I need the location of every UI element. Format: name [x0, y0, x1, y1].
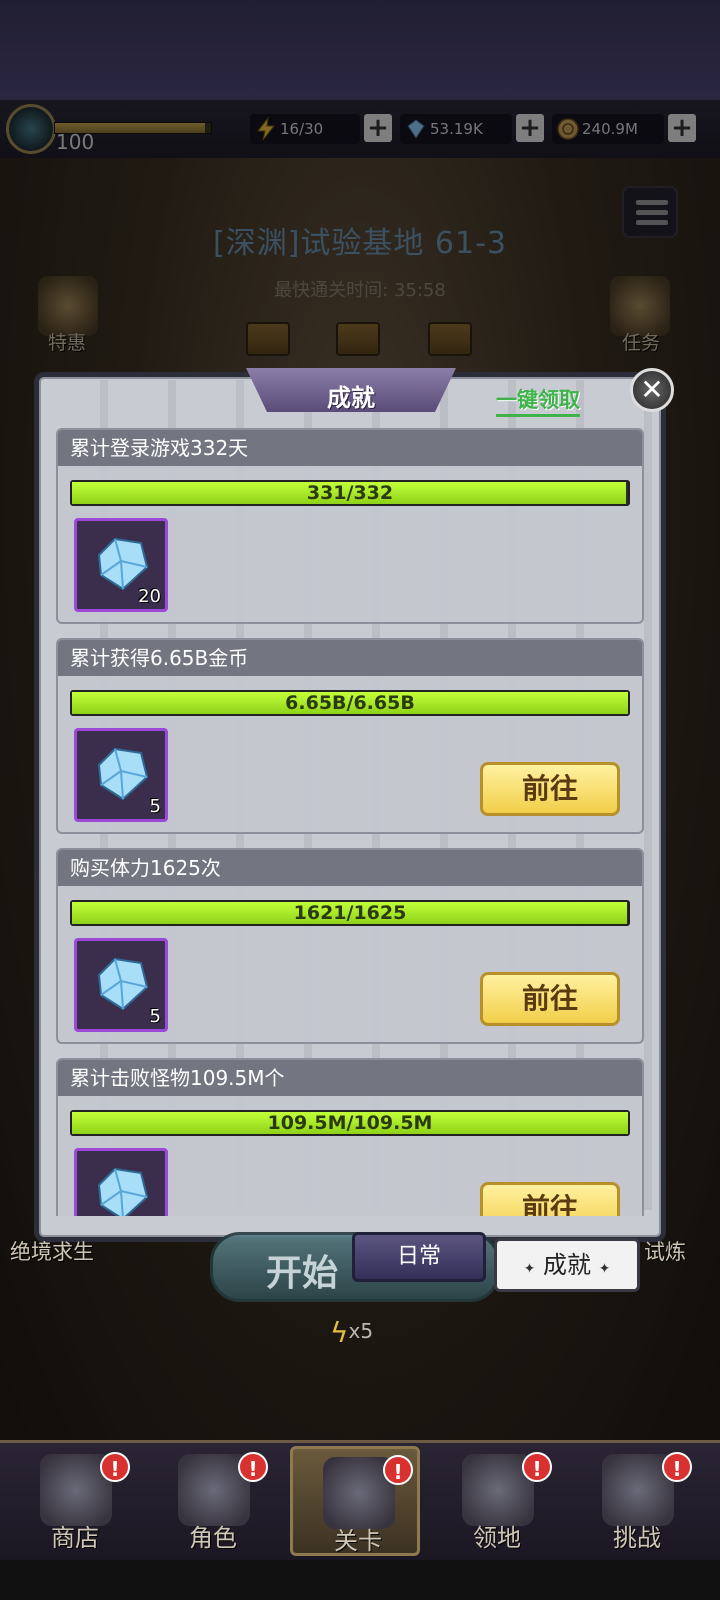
tab-achievement-label: 成就: [543, 1251, 591, 1279]
reward-quantity: 5: [149, 796, 161, 817]
diamond-ornament-icon: ✦: [598, 1261, 611, 1277]
nav-challenge[interactable]: ! 挑战: [572, 1446, 702, 1556]
diamond-gem-icon: [97, 747, 149, 801]
panel-title: 成就: [327, 384, 375, 412]
claim-all-button[interactable]: 一键领取: [496, 384, 580, 417]
reward-quantity: 5: [149, 1006, 161, 1027]
diamond-gem-icon: [97, 957, 149, 1011]
progress-text: 109.5M/109.5M: [267, 1112, 433, 1134]
progress-bar: 331/332: [70, 480, 630, 506]
notification-badge: !: [662, 1452, 692, 1482]
achievement-title: 累计登录游戏332天: [58, 430, 642, 466]
notification-badge: !: [383, 1455, 413, 1485]
achievement-card: 累计击败怪物109.5M个 109.5M/109.5M 前往: [56, 1058, 644, 1216]
lightning-icon: ϟ: [330, 1316, 349, 1349]
nav-stage[interactable]: ! 关卡: [290, 1446, 420, 1556]
nav-label: 领地: [473, 1524, 521, 1552]
tab-daily[interactable]: 日常: [352, 1232, 486, 1282]
progress-bar: 109.5M/109.5M: [70, 1110, 630, 1136]
nav-label: 商店: [51, 1524, 99, 1552]
achievement-card: 累计登录游戏332天 331/332 20: [56, 428, 644, 624]
header-background: [0, 0, 720, 100]
go-button[interactable]: 前往: [480, 972, 620, 1026]
achievement-card: 购买体力1625次 1621/1625 5 前往: [56, 848, 644, 1044]
nav-label: 挑战: [613, 1524, 661, 1552]
diamond-gem-icon: [97, 1167, 149, 1216]
progress-bar: 1621/1625: [70, 900, 630, 926]
reward-slot[interactable]: 20: [74, 518, 168, 612]
nav-character[interactable]: ! 角色: [148, 1446, 278, 1556]
progress-bar: 6.65B/6.65B: [70, 690, 630, 716]
trial-mode-label[interactable]: 试炼: [644, 1236, 686, 1266]
achievement-title: 累计击败怪物109.5M个: [58, 1060, 642, 1096]
nav-label: 关卡: [334, 1527, 382, 1555]
nav-territory[interactable]: ! 领地: [432, 1446, 562, 1556]
progress-text: 331/332: [306, 482, 394, 504]
reward-slot[interactable]: 5: [74, 728, 168, 822]
achievement-list[interactable]: 累计登录游戏332天 331/332 20 累计获得6.65B金币 6.65B/…: [54, 426, 646, 1216]
close-button[interactable]: ✕: [630, 368, 674, 412]
achievement-title: 累计获得6.65B金币: [58, 640, 642, 676]
reward-quantity: 20: [138, 586, 161, 607]
stamina-cost-value: x5: [348, 1319, 374, 1343]
start-label: 开始: [266, 1253, 339, 1294]
diamond-ornament-icon: ✦: [523, 1261, 536, 1277]
nav-label: 角色: [189, 1524, 237, 1552]
notification-badge: !: [100, 1452, 130, 1482]
tab-achievement[interactable]: ✦ 成就 ✦: [494, 1238, 640, 1292]
go-button[interactable]: 前往: [480, 762, 620, 816]
survival-mode-label[interactable]: 绝境求生: [10, 1236, 94, 1266]
go-button[interactable]: 前往: [480, 1182, 620, 1216]
nav-shop[interactable]: ! 商店: [10, 1446, 140, 1556]
reward-slot[interactable]: 5: [74, 938, 168, 1032]
reward-slot[interactable]: [74, 1148, 168, 1216]
progress-text: 6.65B/6.65B: [285, 692, 415, 714]
notification-badge: !: [238, 1452, 268, 1482]
achievement-card: 累计获得6.65B金币 6.65B/6.65B 5 前往: [56, 638, 644, 834]
achievement-title: 购买体力1625次: [58, 850, 642, 886]
close-icon: ✕: [640, 373, 664, 406]
system-navigation-bar: [0, 1560, 720, 1600]
notification-badge: !: [522, 1452, 552, 1482]
progress-text: 1621/1625: [293, 902, 407, 924]
stamina-cost: ϟx5: [330, 1316, 373, 1349]
